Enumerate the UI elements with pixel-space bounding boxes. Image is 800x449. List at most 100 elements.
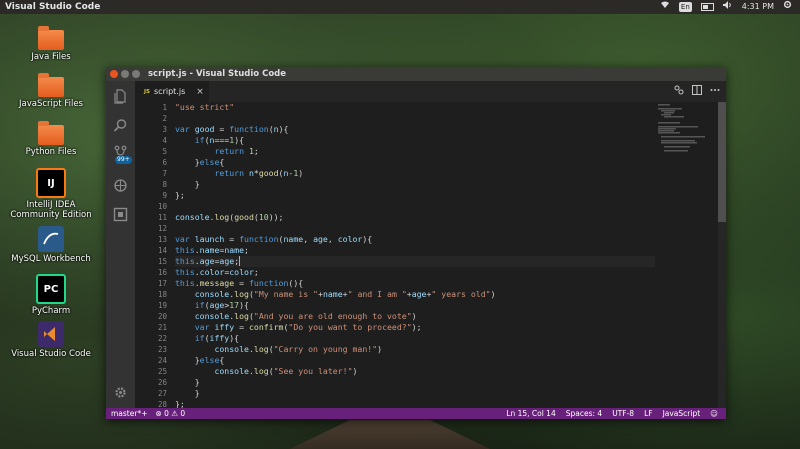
line-number: 18 bbox=[157, 290, 167, 299]
code-line[interactable]: console.log("My name is "+name+" and I a… bbox=[175, 289, 655, 300]
code-line[interactable]: var iffy = confirm("Do you want to proce… bbox=[175, 322, 655, 333]
code-line[interactable]: console.log("Carry on young man!") bbox=[175, 344, 655, 355]
scrollbar-thumb[interactable] bbox=[718, 102, 726, 222]
line-number-gutter: 1 2 3 4 5 6 7 8 9 10 11 12 13 14 15 16 1… bbox=[135, 102, 167, 408]
search-icon[interactable] bbox=[113, 118, 128, 133]
code-line[interactable]: var launch = function(name, age, color){ bbox=[175, 234, 655, 245]
folder-icon bbox=[38, 73, 64, 97]
keyboard-layout-indicator[interactable]: En bbox=[678, 2, 692, 12]
desktop-icon-pycharm[interactable]: PC PyCharm bbox=[5, 274, 97, 316]
desktop-icon-label: Visual Studio Code bbox=[11, 349, 91, 359]
code-line[interactable]: }else{ bbox=[175, 157, 655, 168]
code-line[interactable]: if(iffy){ bbox=[175, 333, 655, 344]
explorer-icon[interactable] bbox=[113, 89, 128, 104]
code-editor[interactable]: 1 2 3 4 5 6 7 8 9 10 11 12 13 14 15 16 1… bbox=[135, 102, 726, 408]
code-line[interactable]: }; bbox=[175, 399, 655, 408]
extensions-icon[interactable] bbox=[113, 207, 128, 222]
debug-icon[interactable] bbox=[113, 178, 128, 193]
code-line[interactable]: if(age>17){ bbox=[175, 300, 655, 311]
tab-script-js[interactable]: JS script.js × bbox=[135, 81, 209, 102]
line-number: 27 bbox=[157, 389, 167, 398]
code-line[interactable]: console.log("And you are old enough to v… bbox=[175, 311, 655, 322]
editor-tab-bar: JS script.js × bbox=[135, 81, 726, 102]
indentation-status[interactable]: Spaces: 4 bbox=[566, 408, 602, 419]
maximize-window-button[interactable] bbox=[132, 70, 140, 78]
line-number: 4 bbox=[162, 136, 167, 145]
desktop-icon-java-files[interactable]: Java Files bbox=[5, 26, 97, 62]
git-branch-status[interactable]: master*+ bbox=[111, 408, 147, 419]
folder-icon bbox=[38, 121, 64, 145]
desktop-icon-vscode[interactable]: Visual Studio Code bbox=[5, 321, 97, 359]
code-line[interactable]: }else{ bbox=[175, 355, 655, 366]
line-number: 2 bbox=[162, 114, 167, 123]
clock[interactable]: 4:31 PM bbox=[742, 0, 774, 14]
code-line[interactable]: console.log(good(10)); bbox=[175, 212, 655, 223]
close-tab-icon[interactable]: × bbox=[196, 87, 204, 97]
vscode-window: script.js - Visual Studio Code 99+ JS sc… bbox=[106, 67, 726, 419]
line-number: 15 bbox=[157, 257, 167, 266]
line-number: 10 bbox=[157, 202, 167, 211]
code-line[interactable]: } bbox=[175, 377, 655, 388]
eol-status[interactable]: LF bbox=[644, 408, 653, 419]
line-number: 1 bbox=[162, 103, 167, 112]
code-line[interactable] bbox=[175, 113, 655, 124]
code-line[interactable]: return n*good(n-1) bbox=[175, 168, 655, 179]
minimap[interactable] bbox=[654, 102, 714, 162]
desktop-icon-javascript-files[interactable]: JavaScript Files bbox=[5, 73, 97, 109]
line-number: 26 bbox=[157, 378, 167, 387]
line-number: 16 bbox=[157, 268, 167, 277]
code-line[interactable] bbox=[175, 201, 655, 212]
open-changes-icon[interactable] bbox=[674, 85, 684, 97]
code-line[interactable]: }; bbox=[175, 190, 655, 201]
line-number: 6 bbox=[162, 158, 167, 167]
more-actions-icon[interactable] bbox=[710, 85, 720, 97]
volume-icon[interactable] bbox=[722, 0, 733, 14]
encoding-status[interactable]: UTF-8 bbox=[612, 408, 634, 419]
vscode-icon bbox=[38, 321, 64, 347]
wifi-icon[interactable] bbox=[660, 0, 670, 14]
top-panel: Visual Studio Code En 4:31 PM bbox=[0, 0, 800, 14]
problems-status[interactable]: ⊗ 0 ⚠ 0 bbox=[155, 408, 185, 419]
line-number: 14 bbox=[157, 246, 167, 255]
minimize-window-button[interactable] bbox=[121, 70, 129, 78]
code-line[interactable] bbox=[175, 223, 655, 234]
split-editor-icon[interactable] bbox=[692, 85, 702, 97]
mysql-icon bbox=[38, 226, 64, 252]
battery-icon[interactable] bbox=[700, 3, 714, 11]
wallpaper-bridge bbox=[290, 420, 490, 449]
code-line[interactable]: var good = function(n){ bbox=[175, 124, 655, 135]
code-line-current[interactable]: this.age=age; bbox=[175, 256, 655, 267]
code-lines[interactable]: "use strict" var good = function(n){ if(… bbox=[175, 102, 655, 408]
code-line[interactable]: this.color=color; bbox=[175, 267, 655, 278]
active-app-title: Visual Studio Code bbox=[5, 2, 101, 12]
desktop-icon-label: MySQL Workbench bbox=[11, 254, 91, 264]
code-line[interactable]: "use strict" bbox=[175, 102, 655, 113]
activity-bar: 99+ bbox=[106, 81, 135, 408]
code-line[interactable]: return 1; bbox=[175, 146, 655, 157]
desktop-icon-mysql-workbench[interactable]: MySQL Workbench bbox=[5, 226, 97, 264]
line-number: 5 bbox=[162, 147, 167, 156]
line-number: 19 bbox=[157, 301, 167, 310]
desktop-icon-python-files[interactable]: Python Files bbox=[5, 121, 97, 157]
line-number: 11 bbox=[157, 213, 167, 222]
line-number: 17 bbox=[157, 279, 167, 288]
window-title: script.js - Visual Studio Code bbox=[148, 69, 287, 79]
language-mode-status[interactable]: JavaScript bbox=[663, 408, 701, 419]
editor-vertical-scrollbar[interactable] bbox=[718, 102, 726, 408]
line-number: 8 bbox=[162, 180, 167, 189]
cursor-position-status[interactable]: Ln 15, Col 14 bbox=[506, 408, 555, 419]
window-titlebar[interactable]: script.js - Visual Studio Code bbox=[106, 67, 726, 81]
feedback-smiley-icon[interactable]: ☺ bbox=[710, 408, 718, 419]
code-line[interactable]: console.log("See you later!") bbox=[175, 366, 655, 377]
code-line[interactable]: if(n===1){ bbox=[175, 135, 655, 146]
code-line[interactable]: } bbox=[175, 388, 655, 399]
manage-gear-icon[interactable] bbox=[113, 385, 128, 400]
code-line[interactable]: this.message = function(){ bbox=[175, 278, 655, 289]
settings-gear-icon[interactable] bbox=[783, 0, 792, 14]
desktop-icon-intellij[interactable]: IJ IntelliJ IDEA Community Edition bbox=[5, 168, 97, 220]
close-window-button[interactable] bbox=[110, 70, 118, 78]
code-line[interactable]: this.name=name; bbox=[175, 245, 655, 256]
desktop-icon-label: PyCharm bbox=[31, 306, 71, 316]
code-line[interactable]: } bbox=[175, 179, 655, 190]
line-number: 3 bbox=[162, 125, 167, 134]
